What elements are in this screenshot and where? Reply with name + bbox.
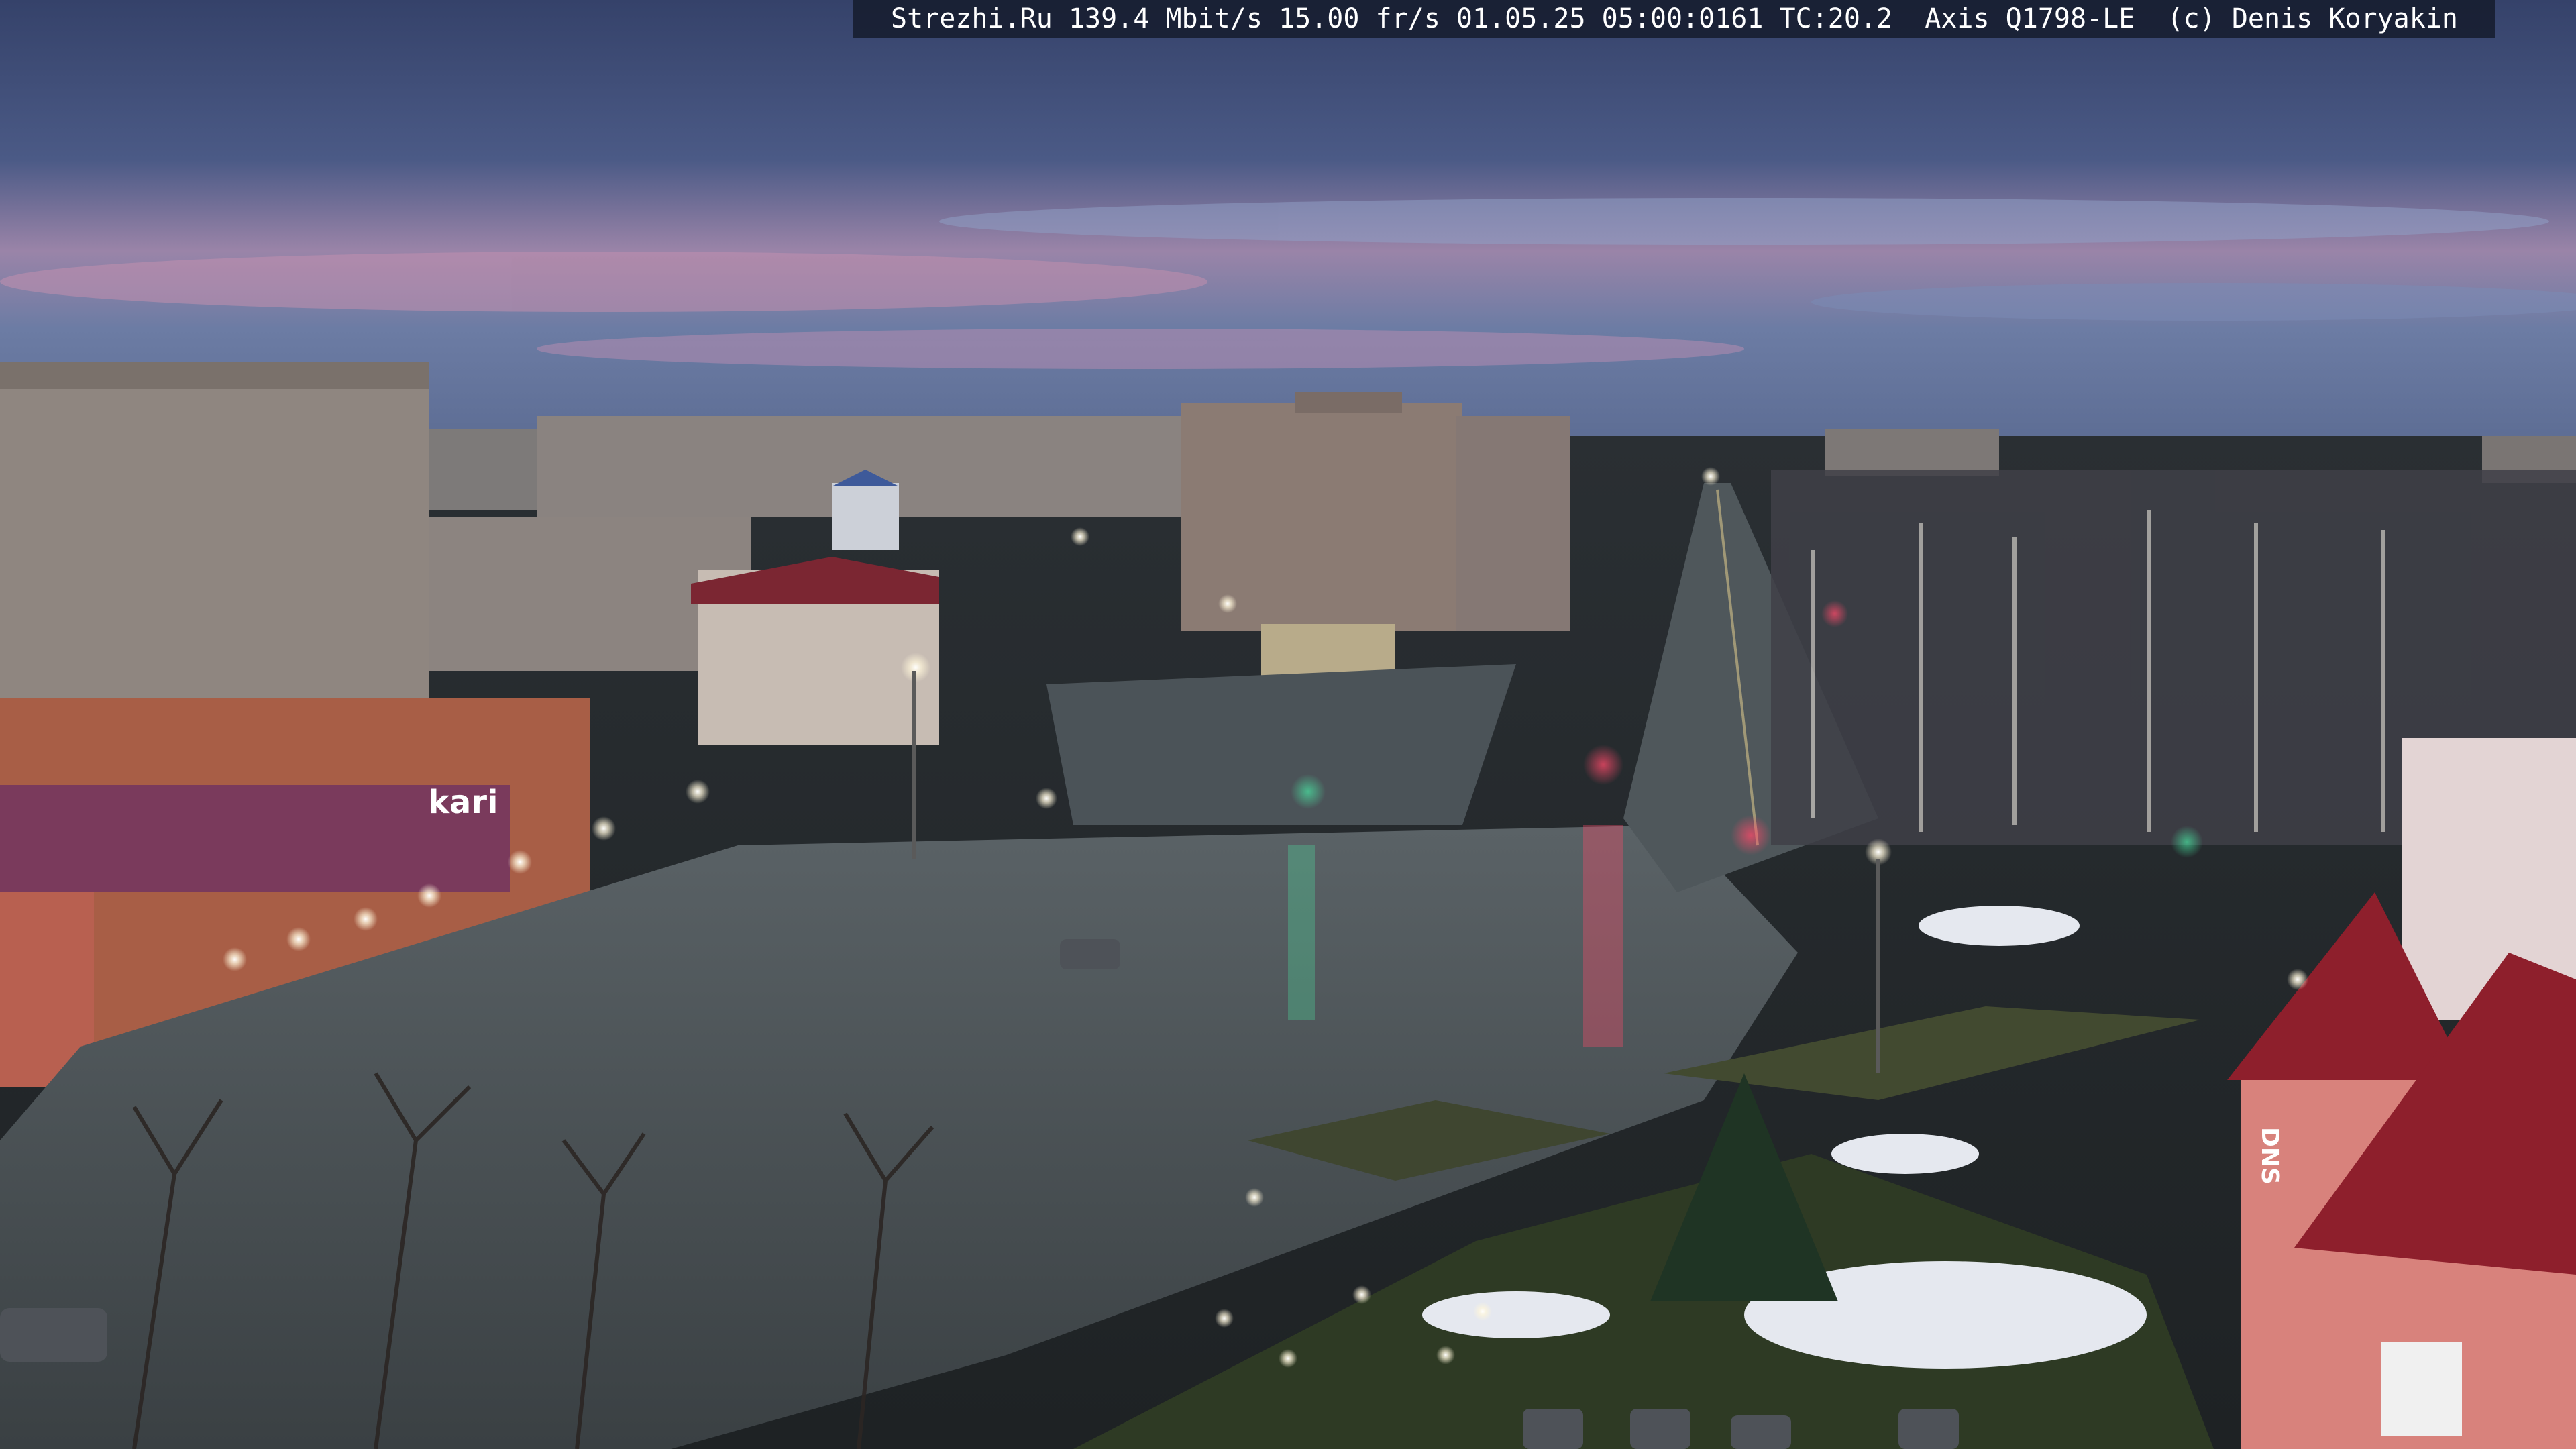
lamp-pole <box>1876 859 1880 1073</box>
camera-info-overlay: Strezhi.Ru 139.4 Mbit/s 15.00 fr/s 01.05… <box>853 0 2496 38</box>
upper-parking <box>1046 664 1516 825</box>
webcam-scene: kari DNS <box>0 0 2576 1449</box>
camera-caption: Strezhi.Ru 139.4 Mbit/s 15.00 fr/s 01.05… <box>891 3 2458 34</box>
kari-store-sign: kari <box>428 784 498 821</box>
dns-store-sign: DNS <box>2256 1127 2284 1185</box>
lamp-pole <box>912 671 916 859</box>
